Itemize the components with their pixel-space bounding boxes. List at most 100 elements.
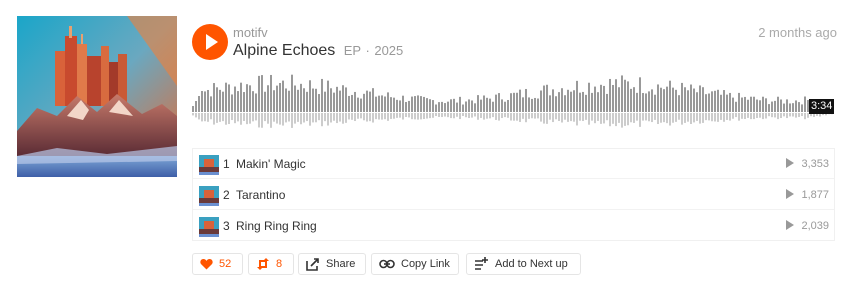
waveform-reflection-bar (459, 113, 461, 120)
waveform-reflection-bar (465, 113, 467, 118)
add-to-next-up-button[interactable]: Add to Next up (466, 253, 581, 275)
share-button[interactable]: Share (298, 253, 366, 275)
waveform-reflection-bar (330, 113, 332, 123)
waveform-bar (702, 87, 704, 112)
waveform-reflection-bar (354, 113, 356, 122)
waveform-bar (342, 85, 344, 112)
repost-button[interactable]: 8 (248, 253, 294, 275)
waveform-reflection-bar (531, 113, 533, 119)
waveform-reflection-bar (441, 113, 443, 118)
waveform-bar (564, 95, 566, 112)
waveform-reflection-bar (675, 113, 677, 122)
track-title[interactable]: Alpine Echoes (233, 42, 335, 59)
waveform-bar (561, 88, 563, 112)
waveform-reflection-bar (588, 113, 590, 125)
waveform-bar (528, 97, 530, 112)
waveform-bar (495, 94, 497, 112)
share-icon (306, 257, 320, 271)
waveform-reflection-bar (774, 113, 776, 118)
waveform-bar (627, 81, 629, 112)
track-row[interactable]: 1 Makin' Magic 3,353 (193, 149, 834, 179)
waveform-reflection-bar (387, 113, 389, 121)
track-header: motifv Alpine Echoes EP · 2025 2 months … (192, 24, 837, 64)
waveform-reflection-bar (648, 113, 650, 122)
like-button[interactable]: 52 (192, 253, 243, 275)
waveform-bar (546, 84, 548, 112)
waveform-reflection-bar (414, 113, 416, 120)
waveform-bar (498, 93, 500, 112)
waveform-bar (306, 91, 308, 112)
waveform-reflection-bar (363, 113, 365, 121)
waveform-reflection-bar (489, 113, 491, 119)
waveform-reflection-bar (219, 113, 221, 122)
waveform-reflection-bar (501, 113, 503, 119)
duration-label: 3:34 (809, 99, 835, 114)
waveform-bar (387, 92, 389, 112)
heart-icon (200, 258, 213, 270)
waveform-bar (324, 91, 326, 112)
waveform-reflection-bar (357, 113, 359, 119)
waveform-bar (741, 97, 743, 112)
waveform-reflection-bar (222, 113, 224, 122)
release-year: 2025 (374, 43, 404, 58)
play-count-icon (786, 220, 794, 230)
waveform-bar (615, 79, 617, 112)
waveform-bar (375, 96, 377, 112)
waveform-bar (750, 96, 752, 112)
waveform[interactable] (192, 68, 835, 132)
waveform-reflection-bar (408, 113, 410, 118)
waveform-bar (711, 91, 713, 112)
waveform-reflection-bar (642, 113, 644, 121)
waveform-reflection-bar (372, 113, 374, 123)
waveform-bar (549, 95, 551, 112)
track-number: 2 (223, 188, 230, 202)
track-row[interactable]: 2 Tarantino 1,877 (193, 180, 834, 210)
add-to-queue-icon (474, 257, 489, 271)
waveform-reflection-bar (450, 113, 452, 119)
track-name[interactable]: Ring Ring Ring (236, 219, 317, 233)
waveform-reflection-bar (717, 113, 719, 122)
waveform-reflection-bar (615, 113, 617, 127)
waveform-bar (729, 92, 731, 112)
posted-time: 2 months ago (758, 25, 837, 40)
waveform-bar (378, 95, 380, 112)
play-button[interactable] (192, 24, 228, 60)
waveform-reflection-bar (522, 113, 524, 119)
waveform-bar (384, 96, 386, 112)
waveform-reflection-bar (534, 113, 536, 119)
waveform-bar (465, 101, 467, 112)
waveform-reflection-bar (492, 113, 494, 118)
waveform-reflection-bar (393, 113, 395, 119)
track-name[interactable]: Makin' Magic (236, 157, 306, 171)
waveform-bar (705, 94, 707, 112)
waveform-reflection-bar (438, 113, 440, 117)
copy-link-button[interactable]: Copy Link (371, 253, 459, 275)
waveform-reflection-bar (249, 113, 251, 124)
waveform-bar (768, 104, 770, 112)
play-count-icon (786, 189, 794, 199)
waveform-reflection-bar (573, 113, 575, 122)
waveform-bar (762, 96, 764, 112)
waveform-bar (708, 93, 710, 112)
waveform-bar (501, 99, 503, 112)
waveform-reflection-bar (762, 113, 764, 120)
waveform-reflection-bar (240, 113, 242, 125)
waveform-reflection-bar (504, 113, 506, 118)
waveform-reflection-bar (444, 113, 446, 117)
waveform-bar (390, 97, 392, 112)
waveform-reflection-bar (213, 113, 215, 125)
waveform-reflection-bar (747, 113, 749, 118)
track-name[interactable]: Tarantino (236, 188, 285, 202)
waveform-reflection-bar (621, 113, 623, 128)
waveform-reflection-bar (366, 113, 368, 122)
track-row[interactable]: 3 Ring Ring Ring 2,039 (193, 211, 834, 241)
waveform-bar (747, 99, 749, 112)
artist-name[interactable]: motifv (233, 25, 268, 40)
waveform-bar (468, 99, 470, 112)
waveform-bar (423, 96, 425, 112)
waveform-bar (621, 75, 623, 112)
waveform-reflection-bar (681, 113, 683, 125)
play-count-icon (786, 158, 794, 168)
cover-art[interactable] (17, 16, 177, 177)
waveform-reflection-bar (600, 113, 602, 124)
